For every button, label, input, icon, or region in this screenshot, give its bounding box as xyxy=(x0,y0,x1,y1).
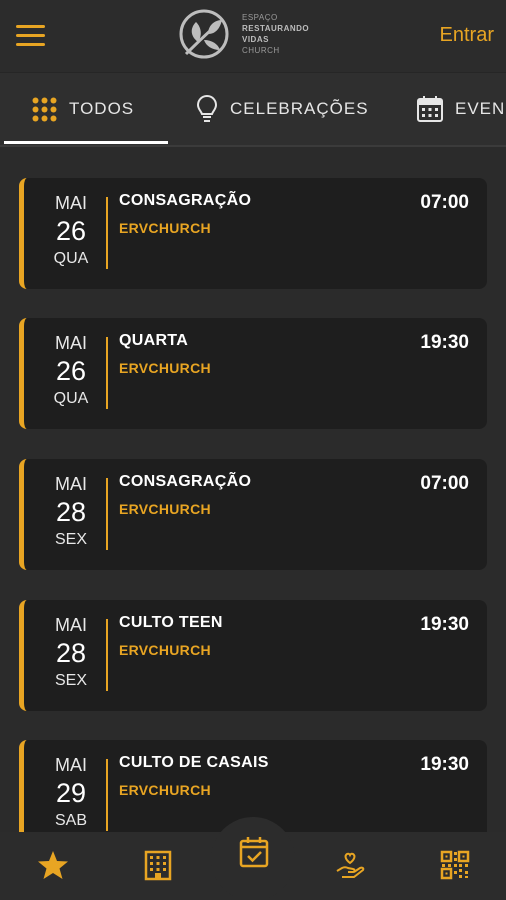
event-title: CULTO TEEN xyxy=(119,614,223,631)
event-date: MAI 29 SAB xyxy=(44,754,98,832)
event-organizer: ERVCHURCH xyxy=(119,642,211,658)
calendar-check-icon[interactable] xyxy=(239,836,269,868)
event-card[interactable]: MAI 28 SEX CULTO TEEN ERVCHURCH 19:30 xyxy=(19,600,487,711)
app-header: ESPAÇO RESTAURANDO VIDAS CHURCH Entrar xyxy=(0,0,506,72)
calendar-icon xyxy=(417,96,443,122)
event-weekday: QUA xyxy=(53,250,89,267)
event-time: 19:30 xyxy=(420,614,469,635)
tab-celebracoes[interactable]: CELEBRAÇÕES xyxy=(196,73,369,145)
event-organizer: ERVCHURCH xyxy=(119,501,211,517)
event-title: CONSAGRAÇÃO xyxy=(119,192,252,209)
logo-wordmark: ESPAÇO RESTAURANDO VIDAS CHURCH xyxy=(242,12,309,56)
logo-leaf-icon xyxy=(179,9,229,59)
event-card[interactable]: MAI 28 SEX CONSAGRAÇÃO ERVCHURCH 07:00 xyxy=(19,459,487,570)
tab-todos[interactable]: TODOS xyxy=(32,73,134,145)
event-month: MAI xyxy=(54,333,87,353)
event-month: MAI xyxy=(54,474,87,494)
card-divider xyxy=(106,759,108,831)
event-month: MAI xyxy=(54,755,87,775)
card-divider xyxy=(106,478,108,550)
login-button[interactable]: Entrar xyxy=(440,24,494,47)
category-tabs: TODOS CELEBRAÇÕES EVEN xyxy=(0,72,506,146)
logo-line: ESPAÇO xyxy=(242,13,278,22)
logo-line: CHURCH xyxy=(242,46,280,55)
event-organizer: ERVCHURCH xyxy=(119,360,211,376)
hand-heart-icon[interactable] xyxy=(334,849,366,881)
event-day: 29 xyxy=(55,778,87,808)
event-time: 07:00 xyxy=(420,192,469,213)
event-time: 19:30 xyxy=(420,332,469,353)
event-date: MAI 26 QUA xyxy=(44,192,98,270)
event-weekday: SAB xyxy=(54,812,87,829)
tab-label: CELEBRAÇÕES xyxy=(230,99,369,118)
event-title: CONSAGRAÇÃO xyxy=(119,473,252,490)
event-date: MAI 28 SEX xyxy=(44,614,98,692)
event-title: CULTO DE CASAIS xyxy=(119,754,269,771)
event-card[interactable]: MAI 26 QUA CONSAGRAÇÃO ERVCHURCH 07:00 xyxy=(19,178,487,289)
building-icon[interactable] xyxy=(142,849,174,881)
card-divider xyxy=(106,619,108,691)
event-time: 19:30 xyxy=(420,754,469,775)
event-list: MAI 26 QUA CONSAGRAÇÃO ERVCHURCH 07:00 M… xyxy=(0,147,506,832)
tab-label: EVEN xyxy=(455,99,506,118)
event-day: 26 xyxy=(55,356,87,386)
event-weekday: SEX xyxy=(54,531,87,548)
event-organizer: ERVCHURCH xyxy=(119,782,211,798)
event-month: MAI xyxy=(54,615,87,635)
card-divider xyxy=(106,337,108,409)
card-divider xyxy=(106,197,108,269)
event-weekday: QUA xyxy=(53,390,89,407)
tab-eventos[interactable]: EVEN xyxy=(417,73,505,145)
event-title: QUARTA xyxy=(119,332,189,349)
event-date: MAI 28 SEX xyxy=(44,473,98,551)
event-date: MAI 26 QUA xyxy=(44,332,98,410)
qr-code-icon[interactable] xyxy=(439,849,471,881)
event-day: 28 xyxy=(55,638,87,668)
logo-line: VIDAS xyxy=(242,35,269,44)
event-month: MAI xyxy=(54,193,87,213)
lightbulb-icon xyxy=(196,94,218,122)
tab-label: TODOS xyxy=(69,99,135,118)
event-organizer: ERVCHURCH xyxy=(119,220,211,236)
hamburger-menu-icon[interactable] xyxy=(16,25,46,47)
event-day: 28 xyxy=(55,497,87,527)
church-logo: ESPAÇO RESTAURANDO VIDAS CHURCH xyxy=(176,6,326,66)
active-tab-indicator xyxy=(4,141,168,144)
event-day: 26 xyxy=(55,216,87,246)
event-weekday: SEX xyxy=(54,672,87,689)
grid-icon xyxy=(32,97,57,121)
event-time: 07:00 xyxy=(420,473,469,494)
event-card[interactable]: MAI 26 QUA QUARTA ERVCHURCH 19:30 xyxy=(19,318,487,429)
logo-line: RESTAURANDO xyxy=(242,24,310,33)
star-icon[interactable] xyxy=(37,849,69,881)
